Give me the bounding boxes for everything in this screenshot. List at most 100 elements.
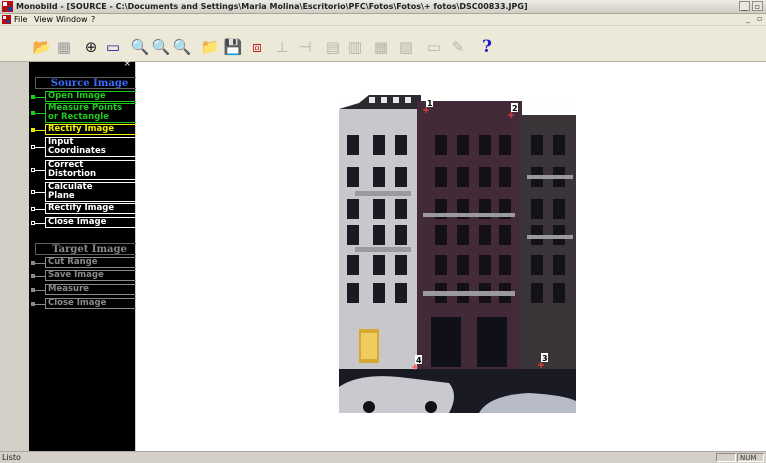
window-shape: [457, 135, 469, 155]
marker-label: 4: [416, 356, 422, 365]
rectify-icon[interactable]: ⧈: [246, 38, 268, 57]
source-image-title: Source Image: [35, 77, 144, 89]
target-image-title: Target Image: [35, 243, 144, 255]
zoom-fit-icon[interactable]: 🔍: [171, 38, 193, 57]
window-shape: [553, 283, 565, 303]
zoom-in-icon[interactable]: 🔍: [129, 38, 151, 57]
toolbar: 📂 ▦ ⊕ ▭ 🔍 🔍 🔍 📁 💾 ⧈ ⊥ ⊣ ▤ ▥ ▦ ▧ ▭ ✎?: [0, 26, 766, 62]
step-label: Calculate Plane: [45, 182, 143, 202]
target-step-1[interactable]: Cut Range: [31, 257, 143, 268]
step-label: Close Image: [45, 217, 143, 228]
step-connector: [35, 129, 45, 131]
marker-label: 1: [427, 99, 433, 108]
marker-label: 2: [512, 104, 518, 113]
panel-close-button[interactable]: ×: [123, 59, 131, 69]
window-shape: [531, 283, 543, 303]
step-connector: [35, 96, 45, 98]
window-shape: [373, 199, 385, 219]
target-step-3[interactable]: Measure: [31, 284, 143, 295]
plane-2-icon[interactable]: ▥: [344, 38, 366, 57]
step-label: Open Image: [45, 91, 143, 102]
window-shape: [347, 199, 359, 219]
window-shape: [553, 199, 565, 219]
source-step-1[interactable]: Open Image: [31, 91, 143, 102]
step-label: Measure: [45, 284, 143, 295]
num-lock-indicator: NUM: [737, 453, 764, 462]
open-folder-icon[interactable]: 📂: [31, 38, 53, 57]
step-label: Save Image: [45, 270, 143, 281]
document-icon[interactable]: [2, 15, 11, 24]
zoom-out-icon[interactable]: 🔍: [150, 38, 172, 57]
step-connector: [35, 262, 45, 264]
source-step-7[interactable]: Rectify Image: [31, 203, 143, 214]
plane-4-icon[interactable]: ▧: [395, 38, 417, 57]
rectangle-icon[interactable]: ▭: [102, 38, 124, 57]
step-label: Rectify Image: [45, 203, 143, 214]
image-workspace: 1 2 3 4: [136, 62, 766, 451]
source-step-5[interactable]: Correct Distortion: [31, 160, 143, 180]
menu-view[interactable]: View: [34, 14, 53, 25]
open-image-icon[interactable]: 📁: [199, 38, 221, 57]
window-shape: [531, 255, 543, 275]
source-step-4[interactable]: Input Coordinates: [31, 137, 143, 157]
vertical-line-icon[interactable]: ⊥: [271, 38, 293, 57]
window-shape: [395, 225, 407, 245]
crosshair-icon[interactable]: ⊕: [80, 38, 102, 57]
window-shape: [347, 135, 359, 155]
source-step-3[interactable]: Rectify Image: [31, 124, 143, 135]
step-connector: [35, 303, 45, 305]
help-icon[interactable]: ?: [476, 38, 498, 57]
menu-window[interactable]: Window: [56, 14, 88, 25]
marker-label: 3: [542, 354, 548, 363]
minimize-button[interactable]: _: [739, 1, 750, 11]
status-text: Listo: [2, 453, 21, 462]
window-shape: [499, 135, 511, 155]
mdi-minimize-button[interactable]: _: [746, 14, 750, 24]
source-step-8[interactable]: Close Image: [31, 217, 143, 228]
maximize-button[interactable]: ▫: [752, 1, 763, 11]
step-label: Rectify Image: [45, 124, 143, 135]
plane-3-icon[interactable]: ▦: [370, 38, 392, 57]
plane-1-icon[interactable]: ▤: [322, 38, 344, 57]
window-shape: [531, 199, 543, 219]
step-connector: [35, 192, 45, 193]
save-disk-icon[interactable]: ▦: [53, 38, 75, 57]
source-photo[interactable]: 1 2 3 4: [339, 95, 576, 413]
window-shape: [435, 167, 447, 187]
window-shape: [347, 255, 359, 275]
target-step-2[interactable]: Save Image: [31, 270, 143, 281]
status-cell-empty: [716, 453, 736, 462]
source-step-6[interactable]: Calculate Plane: [31, 182, 143, 202]
cut-range-icon[interactable]: ▭: [423, 38, 445, 57]
window-shape: [553, 255, 565, 275]
source-step-2[interactable]: Measure Points or Rectangle: [31, 103, 143, 123]
step-label: Close Image: [45, 298, 143, 309]
window-shape: [347, 283, 359, 303]
window-shape: [479, 255, 491, 275]
window-shape: [435, 255, 447, 275]
horizontal-line-icon[interactable]: ⊣: [294, 38, 316, 57]
window-shape: [435, 135, 447, 155]
menu-help[interactable]: ?: [91, 14, 95, 25]
window-shape: [499, 225, 511, 245]
window-shape: [479, 167, 491, 187]
step-connector: [35, 170, 45, 171]
measure-icon[interactable]: ✎: [447, 38, 469, 57]
menu-file[interactable]: File: [14, 14, 27, 25]
mdi-restore-button[interactable]: ▫: [757, 14, 762, 24]
window-shape: [395, 255, 407, 275]
save-image-icon[interactable]: 💾: [222, 38, 244, 57]
step-connector: [35, 289, 45, 291]
window-shape: [499, 255, 511, 275]
step-connector: [35, 275, 45, 277]
window-shape: [347, 225, 359, 245]
building-facade-image: 1 2 3 4: [339, 95, 576, 413]
title-bar: Monobild - [SOURCE - C:\Documents and Se…: [0, 0, 766, 14]
window-shape: [373, 167, 385, 187]
window-shape: [395, 167, 407, 187]
window-shape: [457, 225, 469, 245]
step-connector: [35, 208, 45, 210]
window-shape: [395, 135, 407, 155]
window-title: Monobild - [SOURCE - C:\Documents and Se…: [16, 2, 528, 11]
target-step-4[interactable]: Close Image: [31, 298, 143, 309]
